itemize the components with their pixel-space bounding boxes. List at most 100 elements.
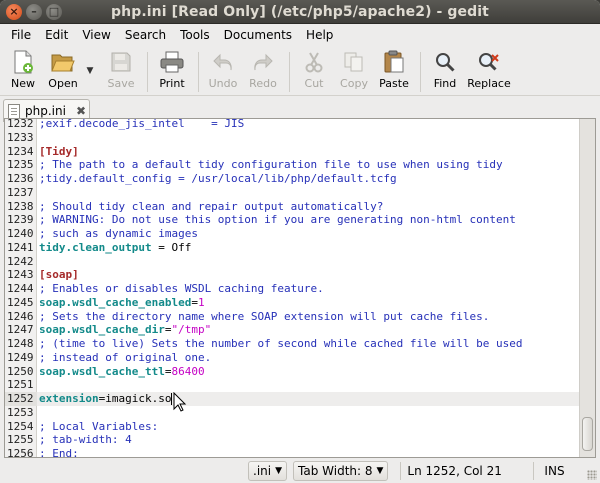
line-text: [Tidy] — [37, 145, 79, 159]
code-line[interactable]: 1253 — [5, 406, 579, 420]
menu-tools[interactable]: Tools — [173, 28, 217, 42]
insert-mode: INS — [544, 464, 565, 478]
code-line[interactable]: 1249 ; instead of original one. — [5, 351, 579, 365]
save-button[interactable]: Save — [102, 48, 140, 94]
menu-search[interactable]: Search — [118, 28, 173, 42]
code-token: 86400 — [171, 364, 205, 378]
code-line[interactable]: 1245 soap.wsdl_cache_enabled=1 — [5, 296, 579, 310]
recent-files-dropdown[interactable]: ▼ — [84, 48, 96, 94]
line-number: 1243 — [7, 268, 34, 282]
code-line[interactable]: 1240 ; such as dynamic images — [5, 227, 579, 241]
code-line[interactable]: 1233 — [5, 131, 579, 145]
code-line[interactable]: 1238 ; Should tidy clean and repair outpu… — [5, 200, 579, 214]
close-tab-icon[interactable]: ✖ — [76, 104, 86, 118]
close-window-button[interactable]: × — [6, 4, 22, 20]
text-cursor-icon — [173, 392, 187, 412]
code-token: ; (time to live) Sets the number of seco… — [39, 337, 523, 350]
redo-button[interactable]: Redo — [244, 48, 282, 94]
code-token: ; Enables or disables WSDL caching featu… — [39, 282, 324, 295]
new-button[interactable]: New — [4, 48, 42, 94]
title-bar[interactable]: × – □ php.ini [Read Only] (/etc/php5/apa… — [0, 0, 600, 24]
save-icon — [109, 50, 133, 74]
menu-documents[interactable]: Documents — [217, 28, 299, 42]
resize-grip-icon[interactable] — [587, 470, 597, 480]
line-text: soap.wsdl_cache_ttl=86400 — [37, 365, 205, 379]
code-line[interactable]: 1255 ; tab-width: 4 — [5, 433, 579, 447]
code-token: = — [191, 295, 198, 309]
code-token: ; tab-width: 4 — [39, 433, 132, 447]
status-divider — [533, 462, 535, 480]
code-token: ; Sets the directory name where SOAP ext… — [39, 309, 490, 323]
code-line[interactable]: 1243 [soap] — [5, 268, 579, 282]
menu-help[interactable]: Help — [299, 28, 340, 42]
line-text: ; instead of original one. — [37, 351, 211, 365]
maximize-window-button[interactable]: □ — [46, 4, 62, 20]
code-line[interactable]: 1246 ; Sets the directory name where SOAP… — [5, 310, 579, 324]
line-text: ;exif.decode_jis_intel = JIS — [37, 118, 245, 131]
scrollbar-thumb[interactable] — [582, 417, 593, 451]
code-token: ;exif.decode_jis_intel = JIS — [39, 118, 245, 130]
undo-button[interactable]: Undo — [204, 48, 242, 94]
code-line[interactable]: 1251 — [5, 378, 579, 392]
menu-edit[interactable]: Edit — [38, 28, 75, 42]
text-editor[interactable]: 1232 ;exif.decode_jis_intel = JIS 1233 1234… — [4, 118, 596, 458]
line-number: 1255 — [7, 433, 34, 447]
code-line[interactable]: 1254 ; Local Variables: — [5, 420, 579, 434]
code-line[interactable]: 1242 — [5, 255, 579, 269]
chevron-down-icon: ▼ — [86, 66, 94, 76]
code-line[interactable]: 1250 soap.wsdl_cache_ttl=86400 — [5, 365, 579, 379]
tab-width-selector[interactable]: Tab Width: 8 ▼ — [293, 461, 389, 481]
line-text: ; such as dynamic images — [37, 227, 198, 241]
code-line[interactable]: 1248 ; (time to live) Sets the number of … — [5, 337, 579, 351]
find-button[interactable]: Find — [426, 48, 464, 94]
undo-label: Undo — [208, 77, 238, 90]
code-line[interactable]: 1237 — [5, 186, 579, 200]
code-line[interactable]: 1241 tidy.clean_output = Off — [5, 241, 579, 255]
code-line[interactable]: 1232 ;exif.decode_jis_intel = JIS — [5, 118, 579, 131]
cut-button[interactable]: Cut — [295, 48, 333, 94]
line-number: 1252 — [5, 392, 37, 406]
line-text: soap.wsdl_cache_dir="/tmp" — [37, 323, 211, 337]
gedit-window: × – □ php.ini [Read Only] (/etc/php5/apa… — [0, 0, 600, 483]
code-line[interactable]: 1247 soap.wsdl_cache_dir="/tmp" — [5, 323, 579, 337]
code-token: [Tidy] — [39, 144, 79, 158]
printer-icon — [160, 50, 184, 74]
toolbar-separator — [289, 52, 290, 92]
code-line[interactable]: 1244 ; Enables or disables WSDL caching f… — [5, 282, 579, 296]
language-selector[interactable]: .ini ▼ — [248, 461, 288, 481]
tab-width-label: Tab Width: 8 — [298, 464, 373, 478]
line-text: ; Sets the directory name where SOAP ext… — [37, 310, 489, 324]
code-token: ;tidy.default_config = /usr/local/lib/ph… — [39, 172, 397, 185]
find-label: Find — [433, 77, 457, 90]
current-line[interactable]: 1252 extension=imagick.so — [5, 392, 579, 406]
cursor-position: Ln 1252, Col 21 — [407, 464, 502, 478]
code-token: ; The path to a default tidy configurati… — [39, 158, 503, 172]
code-line[interactable]: 1234 [Tidy] — [5, 145, 579, 159]
code-line[interactable]: 1235 ; The path to a default tidy configu… — [5, 158, 579, 172]
open-button[interactable]: Open — [44, 48, 82, 94]
code-token: "/tmp" — [171, 323, 212, 337]
status-bar: .ini ▼ Tab Width: 8 ▼ Ln 1252, Col 21 IN… — [0, 459, 600, 483]
paste-button[interactable]: Paste — [375, 48, 413, 94]
code-line[interactable]: 1239 ; WARNING: Do not use this option if… — [5, 213, 579, 227]
copy-button[interactable]: Copy — [335, 48, 373, 94]
line-text: ; WARNING: Do not use this option if you… — [37, 213, 516, 227]
replace-label: Replace — [467, 77, 511, 90]
menu-file[interactable]: File — [4, 28, 38, 42]
code-token: ; such as dynamic images — [39, 227, 198, 240]
chevron-down-icon: ▼ — [376, 466, 384, 476]
toolbar-separator — [420, 52, 421, 92]
replace-button[interactable]: Replace — [466, 48, 512, 94]
copy-label: Copy — [340, 77, 368, 90]
menu-view[interactable]: View — [75, 28, 117, 42]
code-line[interactable]: 1236 ;tidy.default_config = /usr/local/li… — [5, 172, 579, 186]
vertical-scrollbar[interactable] — [579, 119, 595, 457]
redo-label: Redo — [249, 77, 277, 90]
scissors-icon — [302, 50, 326, 74]
print-button[interactable]: Print — [153, 48, 191, 94]
code-line[interactable]: 1256 ; End: — [5, 447, 579, 457]
clipboard-icon — [382, 50, 406, 74]
search-icon — [433, 50, 457, 74]
line-text: ; (time to live) Sets the number of seco… — [37, 337, 522, 351]
minimize-window-button[interactable]: – — [26, 4, 42, 20]
